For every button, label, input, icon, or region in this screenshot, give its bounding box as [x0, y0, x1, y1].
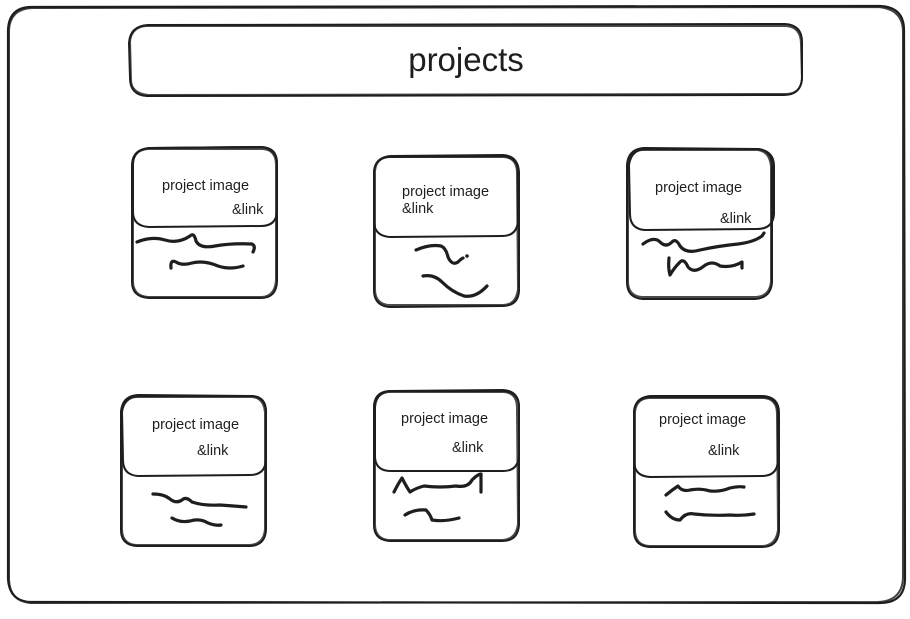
card-1-text-squiggle-1	[135, 233, 256, 254]
card-5-image-label: project image	[401, 411, 489, 427]
card-2-dot	[465, 254, 469, 258]
card-4-image-box	[121, 395, 267, 477]
card-2-text-squiggle-2	[421, 274, 489, 298]
card-6-text-squiggle-1	[664, 484, 746, 497]
card-2-link[interactable]: &link	[402, 201, 433, 218]
card-4-text-squiggle-1	[151, 492, 248, 509]
card-6-image-box	[633, 396, 779, 478]
card-6-text-squiggle-2	[664, 510, 756, 522]
card-4-link[interactable]: &link	[197, 443, 228, 460]
page-title: projects	[408, 41, 524, 78]
project-card-3[interactable]	[626, 147, 775, 300]
card-3-text-squiggle-2	[667, 256, 744, 277]
card-4-text-squiggle-2	[170, 516, 223, 527]
card-2-image-label: project image	[402, 184, 490, 200]
card-5-link[interactable]: &link	[452, 440, 483, 457]
card-6-image-label: project image	[659, 412, 747, 428]
card-6-link[interactable]: &link	[708, 443, 739, 460]
card-3-link[interactable]: &link	[720, 211, 751, 228]
card-1-text-squiggle-2	[169, 259, 245, 270]
card-5-image-box	[374, 390, 520, 472]
card-3-image-label: project image	[655, 180, 743, 196]
card-4-image-label: project image	[152, 417, 240, 433]
sketch-canvas	[6, 4, 907, 605]
card-1-link[interactable]: &link	[232, 202, 263, 219]
card-1-image-label: project image	[162, 178, 250, 194]
card-5-text-squiggle-1	[392, 472, 483, 494]
card-2-text-squiggle-1	[414, 243, 465, 265]
project-card-2[interactable]	[373, 154, 520, 308]
card-3-text-squiggle-1	[641, 231, 766, 253]
card-5-text-squiggle-2	[403, 508, 461, 523]
project-card-1[interactable]	[131, 146, 278, 299]
